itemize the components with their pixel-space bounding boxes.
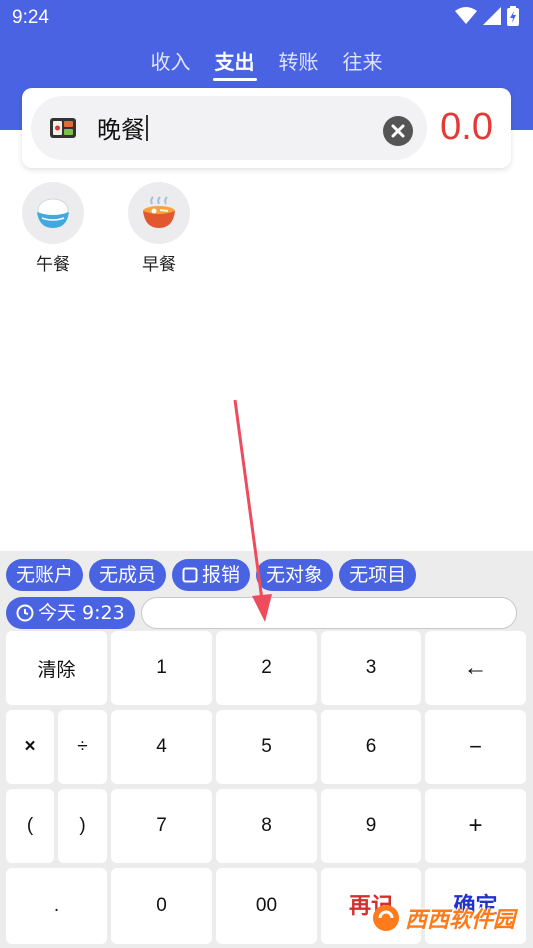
category-input-value: 晚餐	[97, 116, 145, 144]
chip-target[interactable]: 无对象	[256, 559, 334, 591]
watermark-logo-icon	[372, 905, 399, 931]
wifi-icon	[455, 7, 477, 24]
key-8[interactable]: 8	[216, 789, 317, 863]
key-plus[interactable]: +	[425, 789, 526, 863]
key-9[interactable]: 9	[321, 789, 421, 863]
chip-reimburse[interactable]: 报销	[172, 559, 251, 591]
watermark-text: 西西软件园	[404, 908, 515, 933]
text-caret	[146, 115, 148, 141]
key-4[interactable]: 4	[111, 710, 212, 784]
chip-member[interactable]: 无成员	[89, 559, 167, 591]
tab-transfer[interactable]: 转账	[277, 44, 321, 81]
key-left-paren[interactable]: (	[6, 789, 54, 863]
key-2[interactable]: 2	[216, 631, 317, 705]
option-chips: 无账户 无成员 报销 无对象 无项目	[6, 559, 417, 591]
q-circle	[128, 182, 190, 244]
chip-account[interactable]: 无账户	[6, 559, 84, 591]
key-6[interactable]: 6	[321, 710, 421, 784]
noodle-bowl-icon	[143, 196, 175, 228]
quick-category-label: 午餐	[36, 255, 70, 275]
key-divide[interactable]: ÷	[58, 710, 107, 784]
category-input-text: 晚餐	[97, 110, 148, 145]
tab-expense[interactable]: 支出	[212, 44, 257, 81]
key-7[interactable]: 7	[111, 789, 212, 863]
keyboard-panel: 无账户 无成员 报销 无对象 无项目 今天 9:23 清除 1 2 3 ← × …	[0, 551, 533, 948]
category-input[interactable]: 晚餐	[31, 96, 427, 160]
watermark: 西西软件园	[371, 902, 515, 934]
chip-reimburse-label: 报销	[202, 564, 241, 586]
key-3[interactable]: 3	[321, 631, 421, 705]
status-icons	[455, 6, 519, 26]
watermark-subtext: CR173.COM	[455, 934, 509, 944]
key-1[interactable]: 1	[111, 631, 212, 705]
quick-categories: 午餐 早餐	[22, 182, 190, 275]
signal-icon	[483, 7, 501, 25]
battery-icon	[507, 6, 519, 26]
key-minus[interactable]: −	[425, 710, 526, 784]
chip-datetime-label: 今天 9:23	[38, 602, 125, 624]
key-dot[interactable]: .	[6, 868, 107, 944]
backspace-button[interactable]: ←	[425, 631, 526, 705]
entry-card: 晚餐 0.0	[22, 88, 511, 168]
quick-category-label: 早餐	[142, 255, 176, 275]
key-00[interactable]: 00	[216, 868, 317, 944]
chip-datetime[interactable]: 今天 9:23	[6, 597, 135, 629]
quick-category-lunch[interactable]: 午餐	[22, 182, 84, 275]
amount-display: 0.0	[440, 106, 493, 148]
status-time: 9:24	[12, 7, 49, 28]
date-note-row: 今天 9:23	[6, 597, 517, 629]
status-bar: 9:24	[0, 0, 533, 36]
key-right-paren[interactable]: )	[58, 789, 107, 863]
clear-button[interactable]: 清除	[6, 631, 107, 705]
type-tabs: 收入 支出 转账 往来	[0, 44, 533, 81]
chip-project[interactable]: 无项目	[339, 559, 417, 591]
tab-income[interactable]: 收入	[149, 44, 193, 81]
key-5[interactable]: 5	[216, 710, 317, 784]
key-multiply[interactable]: ×	[6, 710, 54, 784]
clear-input-icon[interactable]	[383, 116, 413, 146]
q-circle	[22, 182, 84, 244]
note-input[interactable]	[140, 597, 517, 629]
clock-icon	[16, 604, 34, 622]
rice-bowl-icon	[37, 198, 69, 228]
key-0[interactable]: 0	[111, 868, 212, 944]
checkbox-icon	[182, 567, 198, 583]
quick-category-breakfast[interactable]: 早餐	[128, 182, 190, 275]
bento-box-icon	[50, 118, 76, 138]
tab-dealings[interactable]: 往来	[341, 44, 385, 81]
